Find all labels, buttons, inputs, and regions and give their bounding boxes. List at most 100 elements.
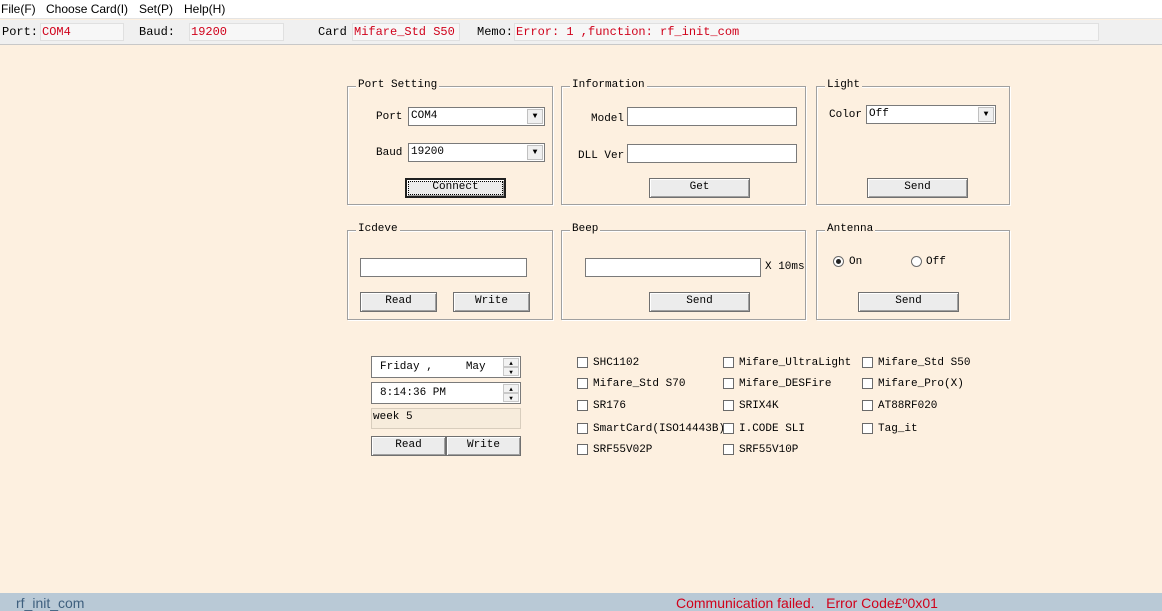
card-checkbox[interactable] bbox=[723, 423, 734, 434]
footer-function-text: rf_init_com bbox=[16, 595, 85, 611]
status-baud-label: Baud: bbox=[139, 25, 176, 39]
antenna-on-label: On bbox=[849, 256, 863, 268]
antenna-off-label: Off bbox=[926, 256, 946, 268]
baud-select[interactable]: 19200 ▼ bbox=[408, 143, 545, 162]
card-checkbox[interactable] bbox=[862, 423, 873, 434]
port-setting-title: Port Setting bbox=[356, 79, 440, 91]
antenna-group: Antenna On Off Send bbox=[816, 223, 1010, 320]
card-label: Tag_it bbox=[878, 423, 918, 435]
icdeve-write-button[interactable]: Write bbox=[453, 292, 530, 312]
card-label: SmartCard(ISO14443B) bbox=[593, 423, 726, 435]
card-label: Mifare_DESFire bbox=[739, 378, 832, 390]
dll-ver-field[interactable] bbox=[627, 144, 797, 163]
spin-up-icon[interactable]: ▲ bbox=[503, 358, 519, 367]
information-title: Information bbox=[570, 79, 647, 91]
datetime-write-button[interactable]: Write bbox=[446, 436, 521, 456]
baud-label: Baud bbox=[376, 147, 403, 159]
card-label: AT88RF020 bbox=[878, 400, 938, 412]
status-card-label: Card bbox=[318, 25, 347, 39]
spin-down-icon[interactable]: ▼ bbox=[503, 393, 519, 402]
light-group: Light Color Off ▼ Send bbox=[816, 79, 1010, 205]
footer-error-text: Communication failed. Error Code£º0x01 bbox=[676, 595, 938, 611]
status-bar: Port: COM4 Baud: 19200 Card Mifare_Std S… bbox=[0, 20, 1162, 45]
port-setting-group: Port Setting Port COM4 ▼ Baud 19200 ▼ Co… bbox=[347, 79, 553, 205]
card-checkbox[interactable] bbox=[577, 444, 588, 455]
antenna-send-button[interactable]: Send bbox=[858, 292, 959, 312]
chevron-down-icon[interactable]: ▼ bbox=[527, 145, 543, 160]
port-label: Port bbox=[376, 111, 403, 123]
card-label: SR176 bbox=[593, 400, 627, 412]
color-label: Color bbox=[829, 109, 863, 121]
card-checkbox[interactable] bbox=[577, 378, 588, 389]
beep-group: Beep X 10ms Send bbox=[561, 223, 806, 320]
dll-ver-label: DLL Ver bbox=[578, 150, 625, 162]
beep-send-button[interactable]: Send bbox=[649, 292, 750, 312]
light-send-button[interactable]: Send bbox=[867, 178, 968, 198]
time-spinner[interactable]: ▲ ▼ bbox=[503, 384, 519, 402]
card-label: Mifare_Std S50 bbox=[878, 357, 971, 369]
port-select[interactable]: COM4 ▼ bbox=[408, 107, 545, 126]
card-checkbox[interactable] bbox=[723, 357, 734, 368]
spin-down-icon[interactable]: ▼ bbox=[503, 367, 519, 376]
model-field[interactable] bbox=[627, 107, 797, 126]
antenna-on-radio[interactable] bbox=[833, 256, 844, 267]
antenna-off-radio[interactable] bbox=[911, 256, 922, 267]
card-checkbox[interactable] bbox=[723, 400, 734, 411]
card-checkbox[interactable] bbox=[723, 378, 734, 389]
beep-unit-label: X 10ms bbox=[765, 261, 805, 273]
menu-set[interactable]: Set(P) bbox=[139, 2, 173, 16]
menu-file[interactable]: File(F) bbox=[1, 2, 36, 16]
status-card-value: Mifare_Std S50 bbox=[352, 23, 460, 41]
card-checkbox[interactable] bbox=[862, 357, 873, 368]
status-port-value: COM4 bbox=[40, 23, 124, 41]
information-group: Information Model DLL Ver Get bbox=[561, 79, 806, 205]
card-checkbox[interactable] bbox=[577, 400, 588, 411]
card-label: SRF55V10P bbox=[739, 444, 799, 456]
status-port-label: Port: bbox=[2, 25, 39, 39]
get-button[interactable]: Get bbox=[649, 178, 750, 198]
antenna-title: Antenna bbox=[825, 223, 876, 235]
light-title: Light bbox=[825, 79, 863, 91]
menu-choose-card[interactable]: Choose Card(I) bbox=[46, 2, 128, 16]
date-value: Friday , May bbox=[380, 361, 486, 373]
week-field: week 5 bbox=[371, 408, 521, 429]
card-checkbox[interactable] bbox=[862, 378, 873, 389]
beep-title: Beep bbox=[570, 223, 601, 235]
card-checkbox[interactable] bbox=[723, 444, 734, 455]
color-select-value: Off bbox=[869, 108, 889, 120]
card-label: Mifare_UltraLight bbox=[739, 357, 852, 369]
chevron-down-icon[interactable]: ▼ bbox=[978, 107, 994, 122]
spin-up-icon[interactable]: ▲ bbox=[503, 384, 519, 393]
color-select[interactable]: Off ▼ bbox=[866, 105, 996, 124]
card-label: SRF55V02P bbox=[593, 444, 653, 456]
card-label: I.CODE SLI bbox=[739, 423, 806, 435]
status-baud-value: 19200 bbox=[189, 23, 284, 41]
icdeve-title: Icdeve bbox=[356, 223, 400, 235]
card-checkbox[interactable] bbox=[577, 423, 588, 434]
beep-duration-field[interactable] bbox=[585, 258, 761, 277]
footer-status-bar: rf_init_com Communication failed. Error … bbox=[0, 593, 1162, 611]
status-memo-label: Memo: bbox=[477, 25, 514, 39]
status-memo-value: Error: 1 ,function: rf_init_com bbox=[514, 23, 1099, 41]
menu-help[interactable]: Help(H) bbox=[184, 2, 225, 16]
card-label: Mifare_Std S70 bbox=[593, 378, 686, 390]
icdeve-read-button[interactable]: Read bbox=[360, 292, 437, 312]
icdeve-group: Icdeve Read Write bbox=[347, 223, 553, 320]
card-checkbox[interactable] bbox=[577, 357, 588, 368]
icdeve-field[interactable] bbox=[360, 258, 527, 277]
date-spinner[interactable]: ▲ ▼ bbox=[503, 358, 519, 376]
model-label: Model bbox=[591, 113, 625, 125]
time-value: 8:14:36 PM bbox=[380, 387, 447, 399]
connect-button[interactable]: Connect bbox=[405, 178, 506, 198]
date-picker[interactable]: Friday , May ▲ ▼ bbox=[371, 356, 521, 378]
menu-bar: File(F) Choose Card(I) Set(P) Help(H) bbox=[0, 0, 1162, 19]
card-label: SRIX4K bbox=[739, 400, 779, 412]
time-picker[interactable]: 8:14:36 PM ▲ ▼ bbox=[371, 382, 521, 404]
card-label: Mifare_Pro(X) bbox=[878, 378, 964, 390]
main-panel: Port Setting Port COM4 ▼ Baud 19200 ▼ Co… bbox=[0, 46, 1162, 593]
card-label: SHC1102 bbox=[593, 357, 640, 369]
port-select-value: COM4 bbox=[411, 110, 438, 122]
chevron-down-icon[interactable]: ▼ bbox=[527, 109, 543, 124]
card-checkbox[interactable] bbox=[862, 400, 873, 411]
datetime-read-button[interactable]: Read bbox=[371, 436, 446, 456]
